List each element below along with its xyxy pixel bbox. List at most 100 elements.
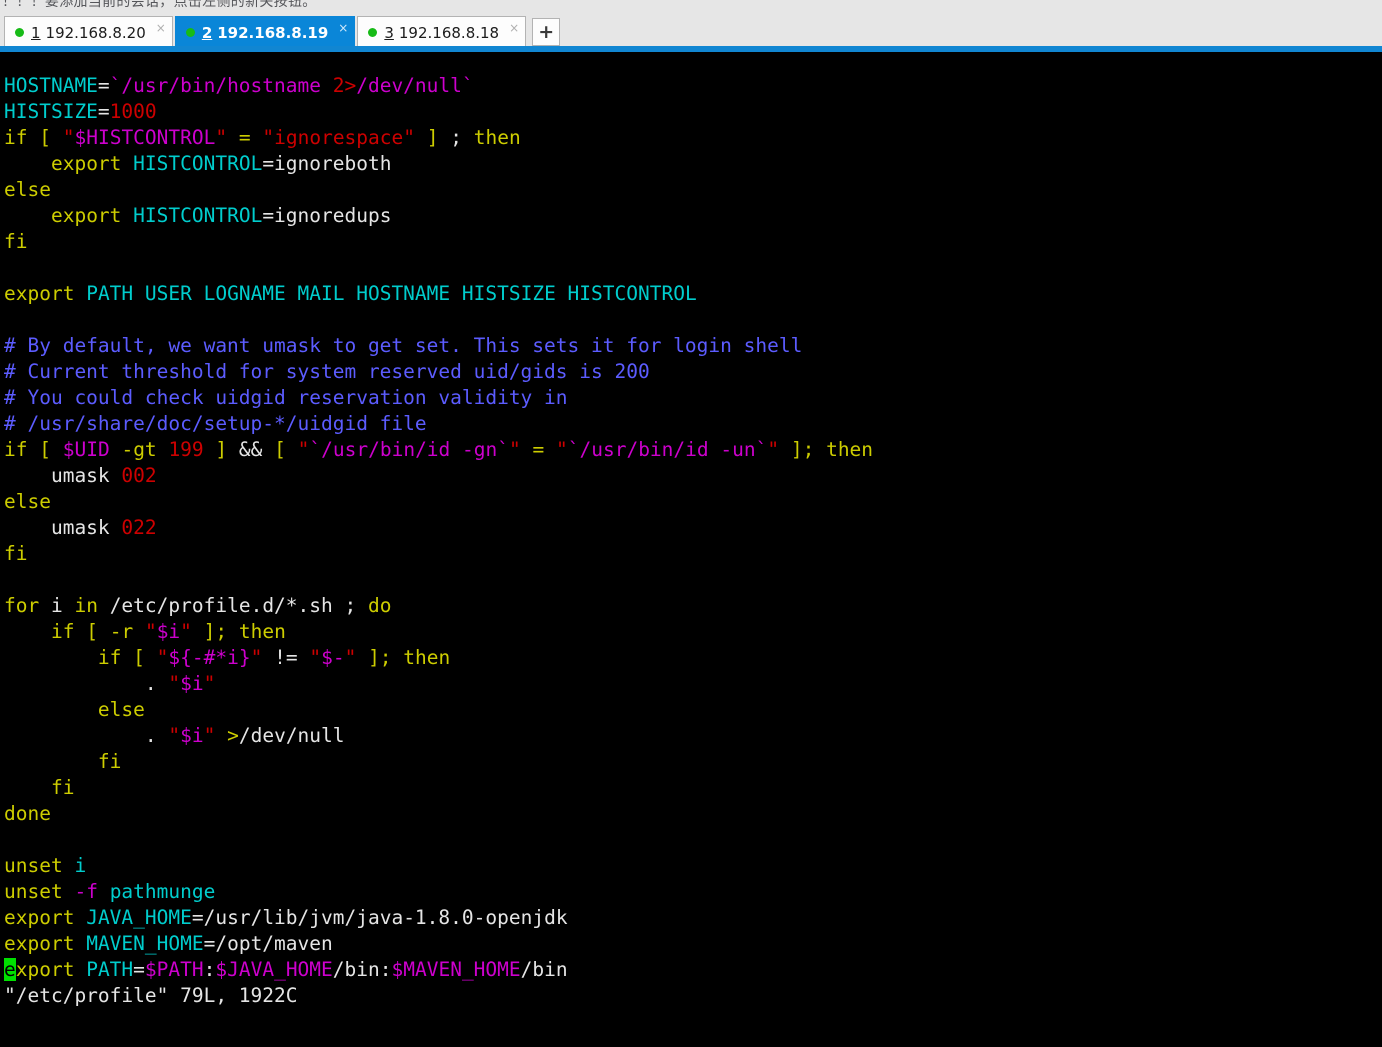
terminal-line: umask 022 <box>4 515 1382 541</box>
terminal-text: if <box>4 438 28 461</box>
terminal-text: [ <box>133 646 145 669</box>
terminal-text: PATH <box>86 958 134 981</box>
terminal-text: $PATH <box>144 958 204 981</box>
hint-strip: ！！！要添加当前的会话，点击左侧的新关按钮。 <box>0 0 1382 12</box>
terminal-text: [ <box>39 438 51 461</box>
terminal-text: /bin <box>520 958 568 981</box>
close-icon[interactable]: × <box>156 22 166 34</box>
terminal-text: `/usr/bin/hostname <box>109 74 333 97</box>
terminal-text: " <box>168 672 181 695</box>
terminal-text: JAVA_HOME <box>86 906 192 929</box>
tab-192.168.8.20[interactable]: 1 192.168.8.20 × <box>4 16 173 48</box>
terminal-line: fi <box>4 541 1382 567</box>
terminal-text: $HISTCONTROL <box>74 126 216 149</box>
terminal-text: =/usr/lib/jvm/java-1.8.0-openjdk <box>191 906 568 929</box>
terminal-text: i <box>39 594 75 617</box>
terminal-text: `/usr/bin/id -un` <box>567 438 768 461</box>
terminal-text: then <box>473 126 521 149</box>
terminal-text: ; <box>438 126 474 149</box>
terminal-text: HISTSIZE <box>4 100 98 123</box>
terminal-text: PATH USER LOGNAME MAIL HOSTNAME HISTSIZE… <box>86 282 697 305</box>
terminal-text: " <box>309 646 322 669</box>
terminal-text: done <box>4 802 51 825</box>
terminal-text: [ <box>274 438 286 461</box>
terminal-text: if <box>4 126 28 149</box>
terminal-text: : <box>379 958 392 981</box>
terminal-line: export MAVEN_HOME=/opt/maven <box>4 931 1382 957</box>
terminal-text: fi <box>97 750 122 773</box>
terminal-line: export JAVA_HOME=/usr/lib/jvm/java-1.8.0… <box>4 905 1382 931</box>
terminal-text: ]; <box>368 646 392 669</box>
terminal-text: 199 <box>168 438 204 461</box>
terminal-text: /dev/null` <box>356 74 474 97</box>
terminal-text: HISTCONTROL <box>133 204 263 227</box>
terminal-text: pathmunge <box>109 880 216 903</box>
terminal-text: > <box>227 724 239 747</box>
terminal-text: " <box>156 646 169 669</box>
terminal-text: if <box>97 646 122 669</box>
tab-index-label: 3 <box>384 23 394 42</box>
terminal-line: for i in /etc/profile.d/*.sh ; do <box>4 593 1382 619</box>
terminal-text: else <box>4 490 51 513</box>
terminal-text: =ignoredups <box>262 204 392 227</box>
terminal-line: else <box>4 177 1382 203</box>
terminal-line: # Current threshold for system reserved … <box>4 359 1382 385</box>
terminal-text: `/usr/bin/id -gn` <box>309 438 509 461</box>
terminal-text: $UID <box>62 438 110 461</box>
terminal-text: ]; <box>790 438 815 461</box>
terminal-pane[interactable]: HOSTNAME=`/usr/bin/hostname 2>/dev/null`… <box>0 52 1382 1047</box>
terminal-text: HISTCONTROL <box>133 152 263 175</box>
close-icon[interactable]: × <box>338 22 348 34</box>
terminal-text: $i <box>156 620 181 643</box>
terminal-text: # You could check uidgid reservation val… <box>4 386 568 409</box>
terminal-text: " <box>180 620 192 643</box>
terminal-text: 002 <box>121 464 157 487</box>
terminal-line: # You could check uidgid reservation val… <box>4 385 1382 411</box>
terminal-line: . "$i" >/dev/null <box>4 723 1382 749</box>
tab-192.168.8.19[interactable]: 2 192.168.8.19 × <box>174 16 356 48</box>
terminal-text: # By default, we want umask to get set. … <box>4 334 803 357</box>
tab-192.168.8.18[interactable]: 3 192.168.8.18 × <box>357 16 527 48</box>
terminal-text: . <box>4 672 169 695</box>
terminal-text: " <box>344 646 357 669</box>
terminal-line: export PATH=$PATH:$JAVA_HOME/bin:$MAVEN_… <box>4 957 1382 983</box>
terminal-text: i <box>74 854 87 877</box>
terminal-text: -f <box>74 880 98 903</box>
new-tab-button[interactable]: + <box>532 18 561 46</box>
terminal-text: . <box>4 724 169 747</box>
terminal-text: " <box>767 438 780 461</box>
terminal-line: # By default, we want umask to get set. … <box>4 333 1382 359</box>
terminal-text: -r <box>109 620 134 643</box>
tab-host-label: 192.168.8.18 <box>398 23 500 42</box>
terminal-line: export HISTCONTROL=ignoreboth <box>4 151 1382 177</box>
terminal-text: export <box>4 906 75 929</box>
terminal-line: if [ "${-#*i}" != "$-" ]; then <box>4 645 1382 671</box>
terminal-text: $- <box>321 646 345 669</box>
terminal-text: && <box>238 438 263 461</box>
close-icon[interactable]: × <box>509 22 519 34</box>
terminal-text: $MAVEN_HOME <box>391 958 521 981</box>
terminal-line: HISTSIZE=1000 <box>4 99 1382 125</box>
